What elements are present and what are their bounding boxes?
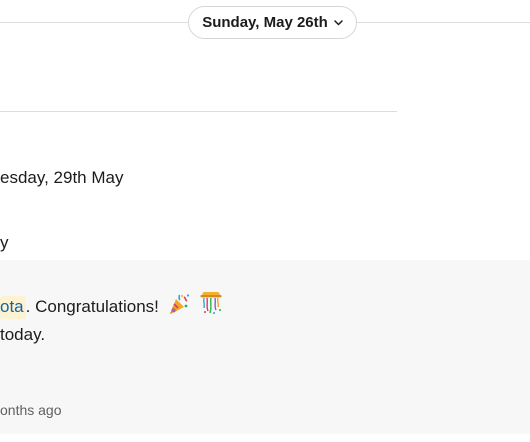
date-label: Sunday, May 26th [202, 14, 328, 31]
section-divider [0, 111, 397, 112]
message-text: today. [0, 325, 46, 344]
user-mention[interactable]: ota [0, 296, 26, 319]
confetti-ball-icon [198, 289, 224, 321]
highlighted-message [0, 260, 530, 434]
date-jump-button[interactable]: Sunday, May 26th [188, 6, 357, 39]
party-popper-icon [167, 292, 191, 321]
message-text: y [0, 233, 9, 252]
message-text: esday, 29th May [0, 168, 124, 187]
chevron-down-icon [334, 20, 343, 26]
message-timestamp[interactable]: onths ago [0, 402, 62, 418]
message-line: ota. Congratulations! [0, 289, 224, 321]
message-text: . Congratulations! [25, 297, 159, 316]
